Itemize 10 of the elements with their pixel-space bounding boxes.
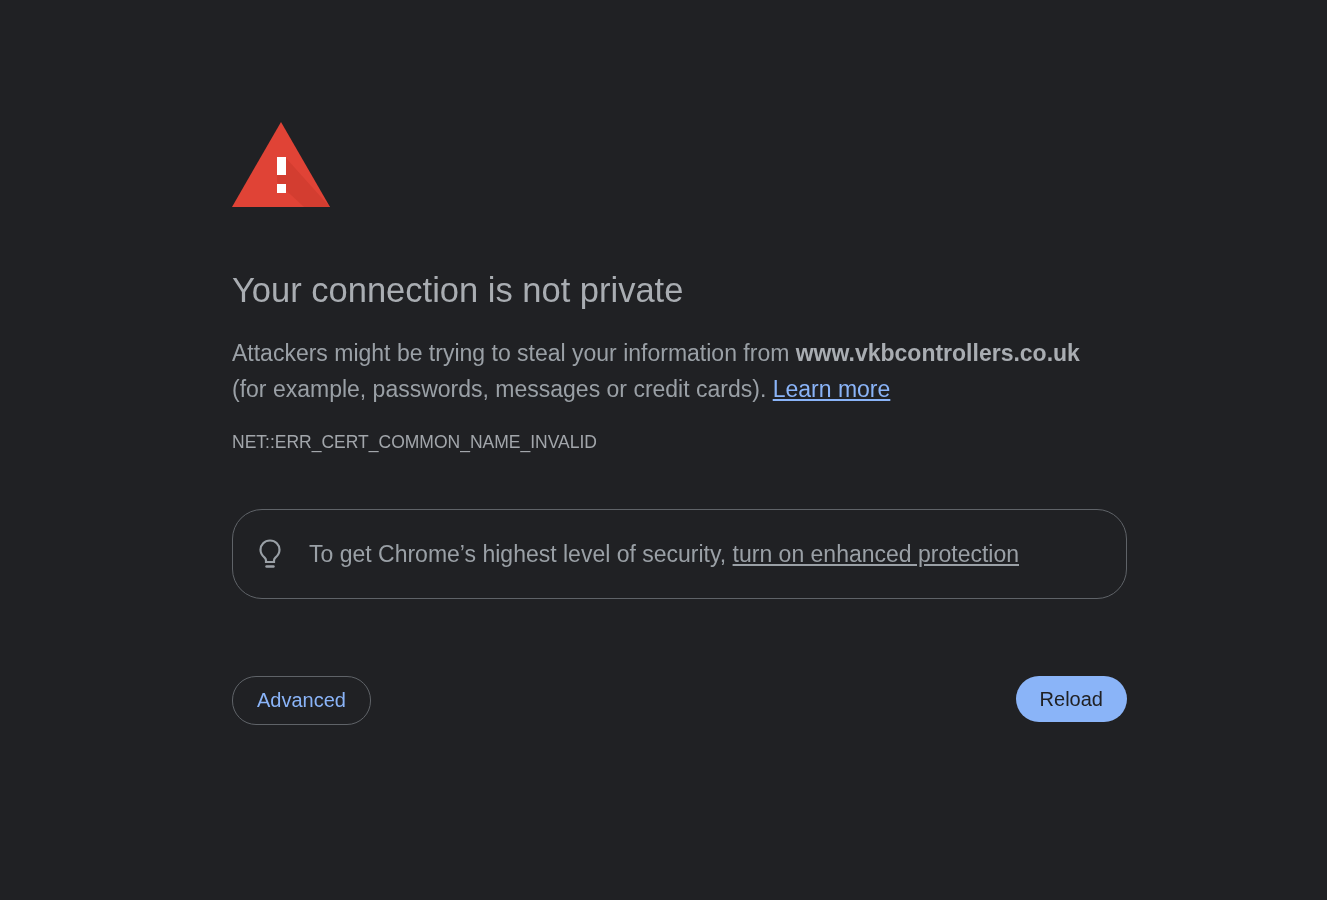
learn-more-link[interactable]: Learn more	[772, 376, 891, 402]
explanation-text: Attackers might be trying to steal your information from www.vkbcontrollers.co.uk (for example, passwords, messages or credit cards). Learn more	[232, 339, 1081, 404]
advanced-button[interactable]: Advanced	[232, 676, 371, 725]
reload-button[interactable]: Reload	[1015, 676, 1127, 722]
warning-triangle-icon	[232, 122, 330, 207]
promo-text: To get Chrome’s highest level of security, turn on enhanced protection	[309, 540, 1019, 569]
page-heading: Your connection is not private	[232, 270, 685, 310]
lightbulb-icon	[259, 539, 281, 569]
error-code: NET::ERR_CERT_COMMON_NAME_INVALID	[232, 432, 598, 452]
enhanced-protection-link[interactable]: turn on enhanced protection	[732, 541, 1019, 567]
